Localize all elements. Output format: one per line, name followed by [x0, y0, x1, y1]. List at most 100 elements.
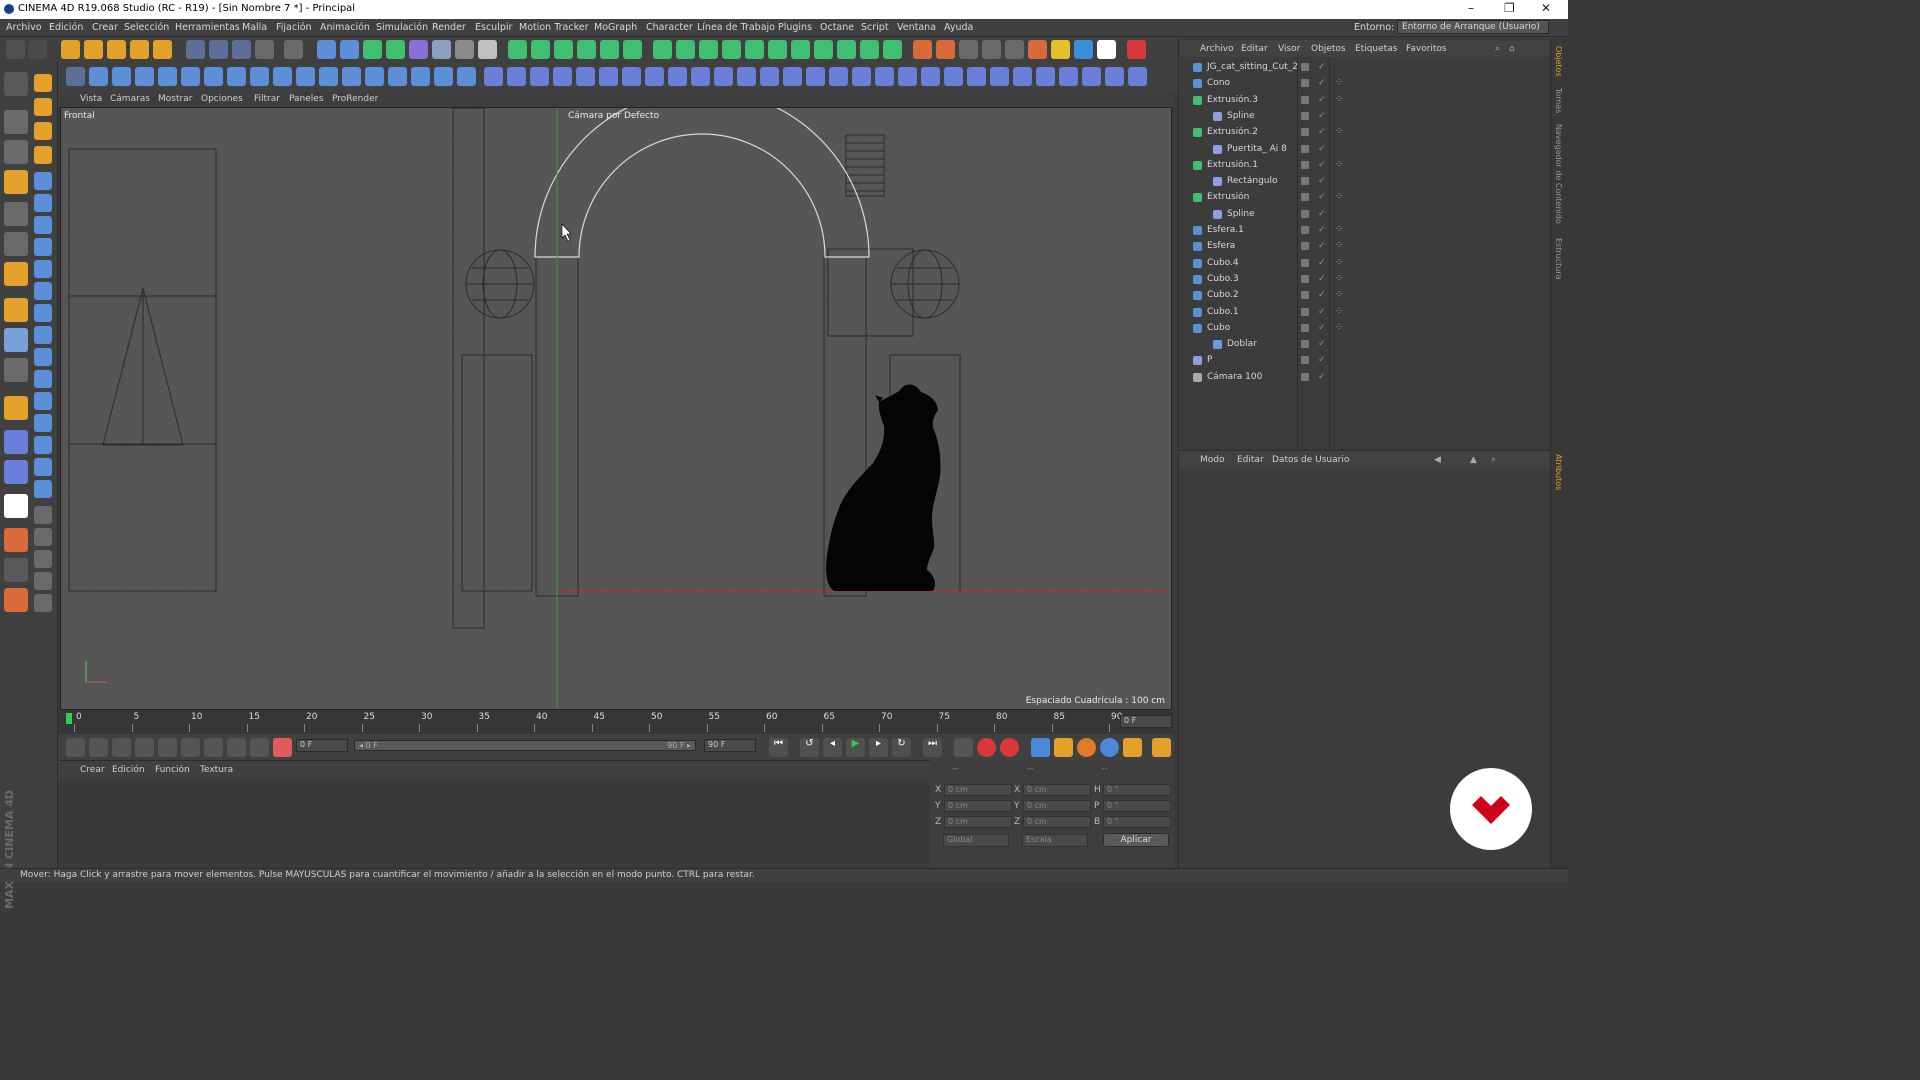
enabled-check-icon[interactable]: ✓	[1318, 339, 1326, 349]
pos-z-field[interactable]: 0 cm	[944, 816, 1012, 828]
deformer-mesh-icon[interactable]	[622, 67, 641, 86]
object-row[interactable]: JG_cat_sitting_Cut_2 ✓	[1179, 60, 1551, 76]
sky-icon[interactable]	[1074, 40, 1093, 59]
texture-icon[interactable]	[1028, 40, 1047, 59]
menu-simulacion[interactable]: Simulación	[376, 22, 428, 33]
phong-tag-icon[interactable]: ⁘	[1335, 159, 1343, 170]
pos-x-field[interactable]: 0 cm	[944, 784, 1012, 796]
help-icon[interactable]	[4, 494, 28, 518]
phong-tag-icon[interactable]: ⁘	[1335, 224, 1343, 235]
record-key-icon[interactable]	[1000, 738, 1019, 757]
minimize-button[interactable]: –	[1468, 1, 1474, 15]
object-row[interactable]: Cono ✓ ⁘	[1179, 76, 1551, 92]
enabled-check-icon[interactable]: ✓	[1318, 95, 1326, 105]
object-row[interactable]: Extrusión.1 ✓ ⁘	[1179, 158, 1551, 174]
pyramid-icon[interactable]	[204, 67, 223, 86]
redo-icon[interactable]	[28, 40, 47, 59]
octane-tool-icon-3[interactable]	[554, 40, 573, 59]
object-row[interactable]: Extrusión.2 ✓ ⁘	[1179, 125, 1551, 141]
deformer-bend-icon[interactable]	[484, 67, 503, 86]
enabled-check-icon[interactable]: ✓	[1318, 274, 1326, 284]
object-name[interactable]: Cono	[1207, 78, 1230, 88]
x-axis-icon[interactable]	[186, 40, 205, 59]
phong-tag-icon[interactable]: ⁘	[1335, 126, 1343, 137]
pos-y-field[interactable]: 0 cm	[944, 800, 1012, 812]
locked-workplane-icon[interactable]	[4, 430, 28, 454]
mograph-icon-5[interactable]	[745, 40, 764, 59]
object-name[interactable]: Cubo.2	[1207, 290, 1239, 300]
points-mode-icon[interactable]	[4, 202, 28, 226]
relief-icon[interactable]	[411, 67, 430, 86]
deformer-wind-icon[interactable]	[760, 67, 779, 86]
material-sphere-4-icon[interactable]	[135, 738, 154, 757]
vp-menu-mostrar[interactable]: Mostrar	[158, 94, 192, 104]
spline-pen-icon[interactable]	[457, 67, 476, 86]
mograph-icon-6[interactable]	[768, 40, 787, 59]
landscape-icon[interactable]	[365, 67, 384, 86]
extrude-icon[interactable]	[34, 122, 52, 140]
enabled-check-icon[interactable]: ✓	[1318, 241, 1326, 251]
tab-objetos[interactable]: Objetos	[1554, 46, 1563, 77]
helix-icon[interactable]	[34, 216, 52, 234]
brush-icon[interactable]	[34, 74, 52, 92]
search-icon[interactable]: ⌕	[1495, 44, 1500, 54]
material-icon[interactable]	[1097, 40, 1116, 59]
object-name[interactable]: Extrusión	[1207, 192, 1249, 202]
deformer-smooth-icon[interactable]	[783, 67, 802, 86]
cylinder-icon[interactable]	[135, 67, 154, 86]
snap-icon[interactable]	[4, 358, 28, 382]
enabled-check-icon[interactable]: ✓	[1318, 225, 1326, 235]
layer-toggle-icon[interactable]	[1301, 63, 1309, 71]
deformer-bevel-icon[interactable]	[1036, 67, 1055, 86]
polygons-mode-icon[interactable]	[4, 262, 28, 286]
layer-toggle-icon[interactable]	[1301, 242, 1309, 251]
deformer-camera-icon[interactable]	[898, 67, 917, 86]
magnet-icon[interactable]	[4, 396, 28, 420]
subdivision-icon[interactable]	[363, 40, 382, 59]
menu-malla[interactable]: Malla	[242, 22, 267, 33]
layout-icon[interactable]	[204, 738, 223, 757]
object-row[interactable]: Cubo.1 ✓ ⁘	[1179, 305, 1551, 321]
up-arrow-icon[interactable]: ▲	[1470, 455, 1477, 465]
enabled-check-icon[interactable]: ✓	[1318, 323, 1326, 333]
phong-tag-icon[interactable]: ⁘	[1335, 306, 1343, 317]
mat-menu-textura[interactable]: Textura	[200, 765, 233, 775]
back-arrow-icon[interactable]: ◀	[1434, 455, 1441, 465]
deformer-delta-icon[interactable]	[1059, 67, 1078, 86]
obj-menu-visor[interactable]: Visor	[1278, 44, 1300, 54]
obj-menu-objetos[interactable]: Objetos	[1311, 44, 1346, 54]
live-select-icon[interactable]	[153, 40, 172, 59]
object-row[interactable]: Extrusión ✓ ⁘	[1179, 190, 1551, 206]
layer-toggle-icon[interactable]	[1301, 372, 1309, 381]
undo-icon[interactable]	[6, 40, 25, 59]
deformer-twist-icon[interactable]	[576, 67, 595, 86]
rotate-key-icon[interactable]	[1077, 738, 1096, 757]
material-sphere-5-icon[interactable]	[158, 738, 177, 757]
mograph-icon-4[interactable]	[722, 40, 741, 59]
object-name[interactable]: Cubo.1	[1207, 307, 1239, 317]
size-x-field[interactable]: 0 cm	[1023, 784, 1091, 796]
object-row[interactable]: Cámara 100 ✓	[1179, 370, 1551, 386]
disc-icon[interactable]	[158, 67, 177, 86]
size-mode-select[interactable]: Escala	[1022, 834, 1088, 847]
object-name[interactable]: P	[1207, 355, 1212, 365]
object-row[interactable]: Cubo ✓ ⁘	[1179, 321, 1551, 337]
enabled-check-icon[interactable]: ✓	[1318, 176, 1326, 186]
spline-tool-4-icon[interactable]	[34, 572, 52, 590]
deformer-melt-icon[interactable]	[668, 67, 687, 86]
menu-script[interactable]: Script	[861, 22, 889, 33]
mograph-icon-7[interactable]	[791, 40, 810, 59]
select-tool-icon[interactable]	[61, 40, 80, 59]
menu-crear[interactable]: Crear	[92, 22, 118, 33]
scale-key-icon[interactable]	[1054, 738, 1073, 757]
apply-button[interactable]: Aplicar	[1103, 833, 1169, 847]
move-tool-icon[interactable]	[84, 40, 103, 59]
attr-menu-datos-usuario[interactable]: Datos de Usuario	[1272, 455, 1349, 465]
object-row[interactable]: Spline ✓	[1179, 207, 1551, 223]
phong-tag-icon[interactable]: ⁘	[1335, 273, 1343, 284]
deformer-wrap-icon[interactable]	[829, 67, 848, 86]
object-name[interactable]: Esfera	[1207, 241, 1235, 251]
mograph-icon-9[interactable]	[837, 40, 856, 59]
close-button[interactable]: ✕	[1541, 1, 1551, 15]
layer-toggle-icon[interactable]	[1301, 323, 1309, 332]
